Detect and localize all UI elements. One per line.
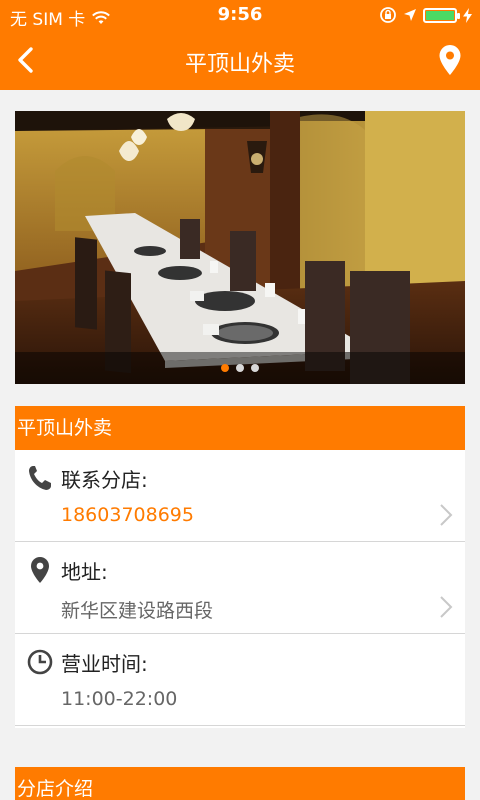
address-value: 新华区建设路西段 [61, 600, 214, 622]
page-title: 平顶山外卖 [184, 52, 295, 77]
nav-bar: 平顶山外卖 [0, 30, 480, 90]
chevron-right-icon [440, 504, 453, 526]
carousel-dot[interactable] [236, 364, 244, 372]
charging-bolt-icon [463, 7, 472, 23]
restaurant-photo [15, 111, 465, 384]
address-label: 地址: [61, 560, 108, 584]
carousel-dot[interactable] [221, 364, 229, 372]
store-intro-header: 分店介绍 [15, 767, 465, 800]
status-bar: 无 SIM 卡 9:56 [0, 0, 480, 30]
clock-icon [27, 649, 53, 675]
hours-row: 营业时间: 11:00-22:00 [15, 634, 465, 726]
status-right [379, 6, 472, 24]
store-name-header: 平顶山外卖 [15, 406, 465, 450]
content: 平顶山外卖 联系分店: 18603708695 地址: 新华区建设路西段 营业时… [0, 90, 480, 800]
contact-row[interactable]: 联系分店: 18603708695 [15, 450, 465, 542]
address-row[interactable]: 地址: 新华区建设路西段 [15, 542, 465, 634]
hours-label: 营业时间: [61, 652, 148, 676]
hours-value: 11:00-22:00 [61, 688, 178, 710]
battery-level [426, 10, 454, 20]
phone-number[interactable]: 18603708695 [61, 504, 194, 526]
location-pin-icon [31, 557, 49, 583]
contact-label: 联系分店: [61, 468, 148, 492]
rotation-lock-icon [380, 7, 396, 23]
chevron-right-icon [440, 596, 453, 618]
carousel-dot[interactable] [251, 364, 259, 372]
phone-icon [29, 466, 51, 490]
location-arrow-icon [404, 9, 416, 21]
restaurant-photo-carousel[interactable] [15, 111, 465, 384]
battery-icon [423, 7, 460, 23]
store-info-card: 联系分店: 18603708695 地址: 新华区建设路西段 营业时间: 11: [15, 450, 465, 728]
carousel-dots [15, 364, 465, 372]
location-pin-icon[interactable] [438, 44, 462, 76]
